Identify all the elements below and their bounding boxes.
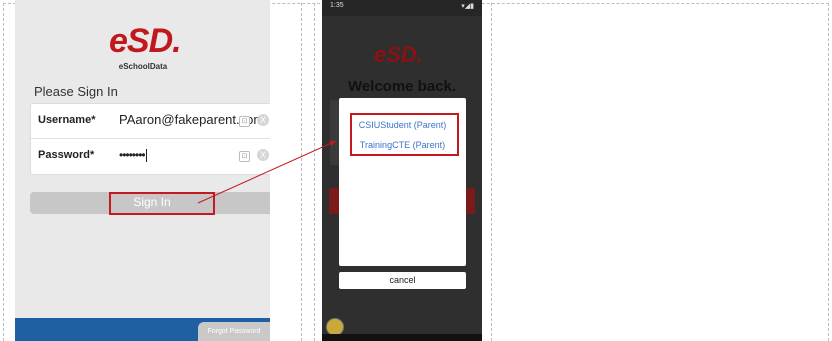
android-nav-bar bbox=[322, 334, 482, 341]
highlight-box bbox=[350, 113, 459, 156]
logo-wordmark: eSD. bbox=[109, 22, 182, 60]
username-row: Username* PAaron@fakeparent.com ⊡ X bbox=[31, 104, 270, 139]
account-picker-screen: 1:35 ▾◢▮ eSD. Welcome back. CSIUStudent … bbox=[322, 0, 482, 341]
clear-icon[interactable]: X bbox=[257, 114, 269, 126]
status-time: 1:35 bbox=[330, 2, 344, 9]
account-dialog: CSIUStudent (Parent) TrainingCTE (Parent… bbox=[339, 98, 466, 266]
frame-divider-3 bbox=[491, 3, 492, 341]
logo-subtitle: eSchoolData bbox=[118, 62, 168, 71]
welcome-heading: Welcome back. bbox=[347, 78, 457, 95]
esd-logo: eSD. eSchoolData bbox=[109, 22, 182, 71]
frame-divider-2 bbox=[314, 3, 315, 341]
sign-in-prompt: Please Sign In bbox=[34, 84, 118, 99]
esd-logo: eSD. bbox=[374, 42, 423, 67]
text-caret bbox=[145, 149, 147, 163]
cancel-button[interactable]: cancel bbox=[339, 272, 466, 289]
password-label: Password* bbox=[38, 149, 95, 161]
login-form: Username* PAaron@fakeparent.com ⊡ X Pass… bbox=[30, 103, 270, 175]
login-screen: eSD. eSchoolData Please Sign In Username… bbox=[15, 0, 270, 341]
clear-icon[interactable]: X bbox=[257, 149, 269, 161]
forgot-password-button[interactable]: Forgot Password bbox=[198, 322, 270, 341]
footer-bar: Forgot Password bbox=[15, 318, 270, 341]
password-field[interactable]: •••••••• bbox=[119, 148, 147, 163]
frame-divider-1 bbox=[301, 3, 302, 341]
password-value: •••••••• bbox=[119, 148, 146, 162]
status-bar: 1:35 ▾◢▮ bbox=[322, 0, 482, 16]
reveal-icon[interactable]: ⊡ bbox=[239, 151, 250, 162]
username-label: Username* bbox=[38, 114, 96, 126]
frame-right bbox=[828, 3, 829, 341]
password-row: Password* •••••••• ⊡ X bbox=[31, 139, 270, 173]
reveal-icon[interactable]: ⊡ bbox=[239, 116, 250, 127]
highlight-box bbox=[109, 192, 215, 215]
status-icons: ▾◢▮ bbox=[461, 3, 474, 10]
sign-in-button[interactable]: Sign In bbox=[30, 192, 270, 215]
frame-left bbox=[3, 3, 4, 341]
